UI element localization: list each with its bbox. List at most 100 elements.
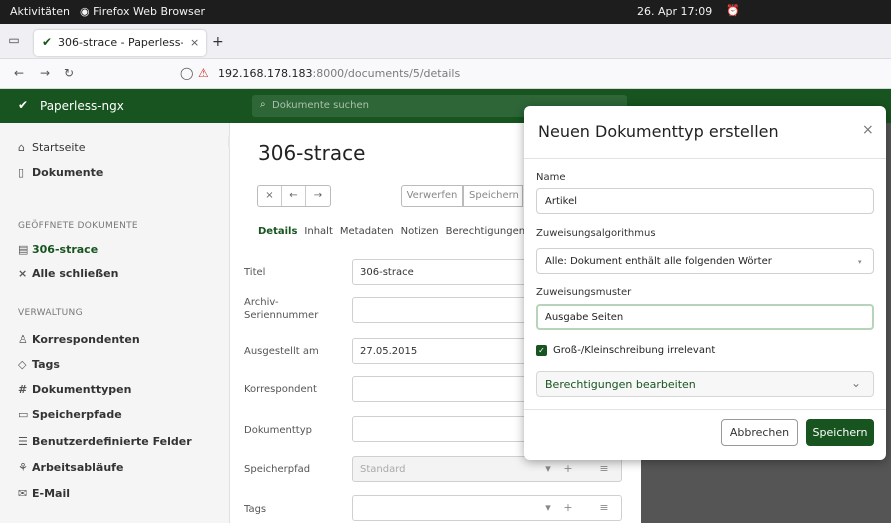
next-document-icon[interactable]: → [306, 186, 330, 206]
modal-footer-divider [524, 409, 886, 410]
app-brand[interactable]: Paperless-ngx [40, 99, 124, 113]
previous-document-icon[interactable]: ← [282, 186, 306, 206]
tab-metadaten[interactable]: Metadaten [340, 226, 394, 237]
url-host: 192.168.178.183 [218, 67, 313, 80]
search-placeholder: Dokumente suchen [272, 100, 369, 111]
field-label-tags: Tags [244, 504, 267, 515]
forward-arrow-icon[interactable]: → [40, 66, 50, 80]
sidebar-item-label: Alle schließen [32, 267, 119, 280]
sidebar-item-close-all[interactable]: × Alle schließen [18, 267, 118, 280]
reload-icon[interactable]: ↻ [64, 66, 74, 80]
tab-berechtigungen[interactable]: Berechtigungen [446, 226, 525, 237]
shield-icon[interactable]: ◯ [180, 66, 193, 80]
sidebar-item-speicherpfade[interactable]: ▭ Speicherpfade [18, 408, 122, 421]
sidebar: ⌂ Startseite ▯ Dokumente GEÖFFNETE DOKUMEN… [0, 123, 230, 523]
url-path: :8000/documents/5/details [312, 67, 461, 80]
firefox-icon: ◉ [80, 5, 94, 18]
add-tag-icon[interactable]: + [558, 498, 578, 518]
discard-button[interactable]: Verwerfen [401, 185, 463, 207]
cancel-button[interactable]: Abbrechen [721, 419, 798, 446]
sidebar-item-label: Arbeitsabläufe [32, 461, 124, 474]
open-documents-header: GEÖFFNETE DOKUMENTE [18, 221, 138, 231]
filter-icon[interactable]: ≡ [594, 459, 614, 479]
sidebar-item-label: Benutzerdefinierte Felder [32, 435, 192, 448]
document-icon: ▤ [18, 243, 29, 256]
document-tabs: Details Inhalt Metadaten Notizen Berechtigun… [258, 226, 532, 237]
tab-inhalt[interactable]: Inhalt [304, 226, 332, 237]
field-label-korrespondent: Korrespondent [244, 384, 317, 395]
chevron-down-icon[interactable]: ▾ [858, 258, 862, 266]
sidebar-item-label: Dokumente [32, 166, 104, 179]
system-clock[interactable]: 26. Apr 17:09 [637, 5, 712, 18]
close-document-icon[interactable]: × [258, 186, 282, 206]
alarm-icon: ⏰ [726, 4, 740, 17]
screen: Aktivitäten ◉ Firefox Web Browser 26. Ap… [0, 0, 891, 523]
url-bar[interactable]: 192.168.178.183:8000/documents/5/details [218, 67, 460, 80]
tag-icon: ◇ [18, 358, 27, 371]
add-storage-path-icon[interactable]: + [558, 459, 578, 479]
document-title: 306-strace [258, 141, 366, 165]
filter-icon[interactable]: ≡ [594, 498, 614, 518]
case-insensitive-label: Groß-/Kleinschreibung irrelevant [553, 345, 716, 356]
name-label: Name [536, 172, 566, 183]
admin-header: VERWALTUNG [18, 308, 83, 318]
sidebar-item-email[interactable]: ✉ E-Mail [18, 487, 70, 500]
sidebar-item-workflows[interactable]: ⚘ Arbeitsabläufe [18, 461, 123, 474]
mail-icon: ✉ [18, 487, 28, 500]
sidebar-item-label: Startseite [32, 141, 86, 154]
sidebar-item-startseite[interactable]: ⌂ Startseite [18, 141, 86, 154]
chevron-down-icon: ⌄ [851, 376, 862, 390]
back-arrow-icon[interactable]: ← [14, 66, 24, 80]
field-label-titel: Titel [244, 267, 266, 278]
sidebar-item-tags[interactable]: ◇ Tags [18, 358, 60, 371]
sidebar-item-label: Dokumenttypen [32, 383, 132, 396]
pattern-label: Zuweisungsmuster [536, 287, 632, 298]
activities-button[interactable]: Aktivitäten [10, 5, 70, 18]
field-label-asn: Archiv-Seriennummer [244, 297, 319, 321]
create-document-type-modal: Neuen Dokumenttyp erstellen × Name Artik… [524, 106, 886, 460]
paperless-leaf-icon: ✔ [18, 98, 29, 112]
workflow-icon: ⚘ [18, 461, 28, 474]
fields-icon: ☰ [18, 435, 28, 448]
name-input[interactable]: Artikel [536, 188, 874, 214]
tab-close-icon[interactable]: × [190, 36, 199, 49]
sidebar-item-label: E-Mail [32, 487, 70, 500]
modal-title: Neuen Dokumenttyp erstellen [538, 122, 779, 141]
field-label-date: Ausgestellt am [244, 346, 319, 357]
sidebar-item-open-doc[interactable]: ▤ 306-strace [18, 243, 98, 256]
tab-details[interactable]: Details [258, 226, 297, 237]
tags-select[interactable] [352, 495, 622, 521]
field-label-speicherpfad: Speicherpfad [244, 464, 311, 475]
sidebar-item-label: 306-strace [32, 243, 99, 256]
algorithm-select[interactable]: Alle: Dokument enthält alle folgenden Wö… [536, 248, 874, 274]
save-button[interactable]: Speichern [806, 419, 874, 446]
firefox-app-menu[interactable]: ◉ Firefox Web Browser [80, 5, 205, 18]
home-icon: ⌂ [18, 141, 25, 154]
sidebar-item-label: Tags [32, 358, 60, 371]
permissions-toggle[interactable]: Berechtigungen bearbeiten ⌄ [536, 371, 874, 397]
save-close-button[interactable]: Speichern & schließen [463, 185, 523, 207]
hash-icon: # [18, 383, 28, 396]
browser-tab[interactable]: ✔ 306-strace - Paperless-ng × [34, 30, 206, 56]
new-tab-button[interactable]: + [212, 34, 224, 50]
search-icon: ⌕ [260, 99, 266, 110]
caret-down-icon[interactable]: ▾ [538, 459, 558, 479]
pattern-input[interactable]: Ausgabe Seiten [536, 304, 874, 330]
permissions-label: Berechtigungen bearbeiten [545, 378, 696, 391]
modal-close-icon[interactable]: × [862, 122, 874, 138]
folder-icon: ▭ [18, 408, 29, 421]
field-label-dokumenttyp: Dokumenttyp [244, 425, 312, 436]
document-nav-buttons: × ← → [257, 185, 331, 207]
sidebar-item-label: Speicherpfade [32, 408, 122, 421]
insecure-lock-icon[interactable]: ⚠ [198, 66, 209, 80]
tab-list-icon[interactable]: ▭ [6, 33, 22, 49]
sidebar-item-korrespondenten[interactable]: ♙ Korrespondenten [18, 333, 140, 346]
sidebar-item-dokumenttypen[interactable]: # Dokumenttypen [18, 383, 131, 396]
sidebar-item-dokumente[interactable]: ▯ Dokumente [18, 166, 103, 179]
browser-tab-strip: ▭ ✔ 306-strace - Paperless-ng × + [0, 24, 891, 59]
sidebar-item-custom-fields[interactable]: ☰ Benutzerdefinierte Felder [18, 435, 192, 448]
sidebar-item-label: Korrespondenten [32, 333, 140, 346]
caret-down-icon[interactable]: ▾ [538, 498, 558, 518]
case-insensitive-checkbox[interactable]: ✓ [536, 345, 547, 356]
tab-notizen[interactable]: Notizen [401, 226, 439, 237]
